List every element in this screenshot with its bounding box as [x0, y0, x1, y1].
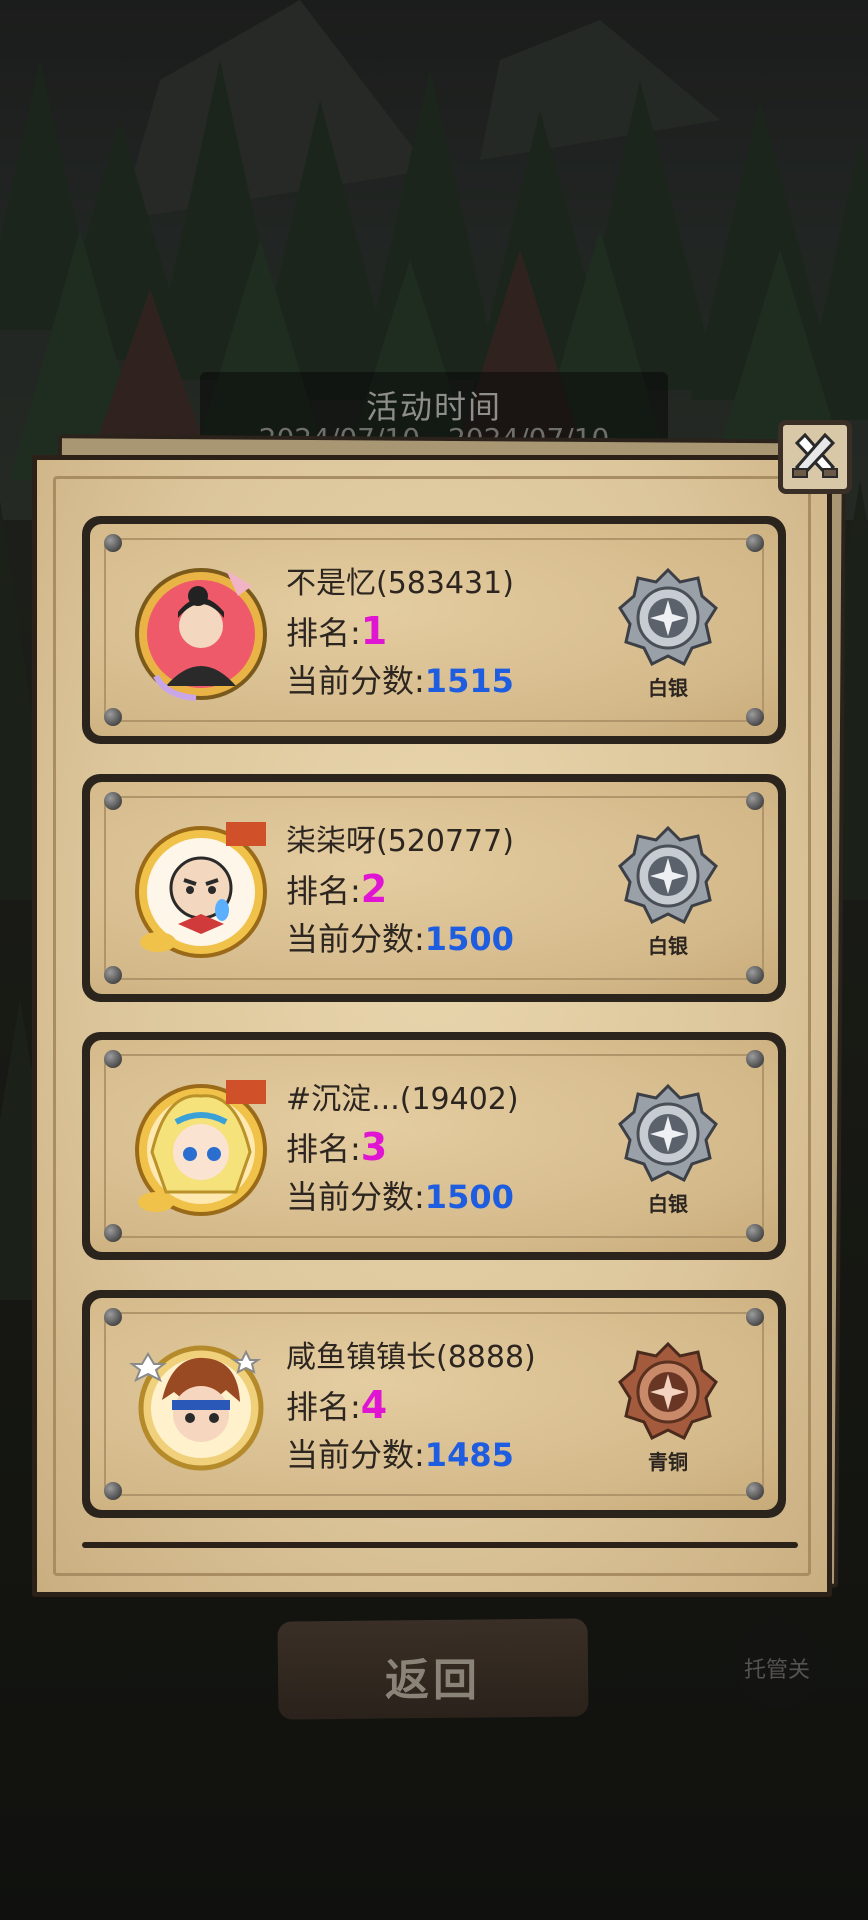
player-card[interactable]: 不是忆(583431) 排名:1 当前分数:1515 白银	[82, 516, 786, 744]
rank-value: 1	[360, 609, 388, 653]
bronze-medal-icon	[618, 1342, 718, 1441]
player-card[interactable]: #沉淀...(19402) 排名:3 当前分数:1500 白银	[82, 1032, 786, 1260]
score-value: 1485	[424, 1436, 514, 1474]
player-score: 当前分数:1485	[286, 1436, 514, 1474]
tier-label: 青铜	[648, 1450, 688, 1474]
rank-value: 4	[360, 1383, 388, 1427]
player-name: 不是忆(583431)	[286, 566, 514, 601]
back-button-label: 返回	[385, 1655, 481, 1706]
close-button[interactable]	[778, 420, 852, 494]
player-card[interactable]: 咸鱼镇镇长(8888) 排名:4 当前分数:1485 青铜	[82, 1290, 786, 1518]
player-rank: 排名:1	[286, 609, 388, 653]
silver-medal-icon	[618, 1084, 718, 1183]
auto-toggle-button[interactable]: 托管关	[734, 1622, 820, 1708]
tier-label: 白银	[648, 934, 688, 958]
score-value: 1500	[424, 920, 514, 958]
player-rank: 排名:2	[286, 867, 388, 911]
player-avatar	[135, 568, 267, 701]
score-value: 1515	[424, 662, 514, 700]
player-name: 咸鱼镇镇长(8888)	[286, 1340, 536, 1375]
rank-value: 2	[360, 867, 388, 911]
silver-medal-icon	[618, 826, 718, 925]
tier-label: 白银	[648, 1192, 688, 1216]
player-avatar	[129, 1345, 264, 1471]
tier-label: 白银	[648, 676, 688, 700]
player-name: 柒柒呀(520777)	[286, 824, 514, 859]
player-avatar	[135, 1080, 267, 1216]
player-rank: 排名:3	[286, 1125, 388, 1169]
player-card[interactable]: 柒柒呀(520777) 排名:2 当前分数:1500 白银	[82, 774, 786, 1002]
player-rank: 排名:4	[286, 1383, 388, 1427]
player-score: 当前分数:1500	[286, 1178, 514, 1216]
player-avatar	[135, 822, 267, 958]
player-score: 当前分数:1500	[286, 920, 514, 958]
score-value: 1500	[424, 1178, 514, 1216]
silver-medal-icon	[618, 568, 718, 667]
auto-toggle-label: 托管关	[743, 1658, 810, 1683]
back-button[interactable]: 返回	[277, 1618, 589, 1720]
player-score: 当前分数:1515	[286, 662, 514, 700]
close-icon	[792, 432, 838, 478]
rank-value: 3	[360, 1125, 388, 1169]
player-name: #沉淀...(19402)	[286, 1082, 519, 1117]
